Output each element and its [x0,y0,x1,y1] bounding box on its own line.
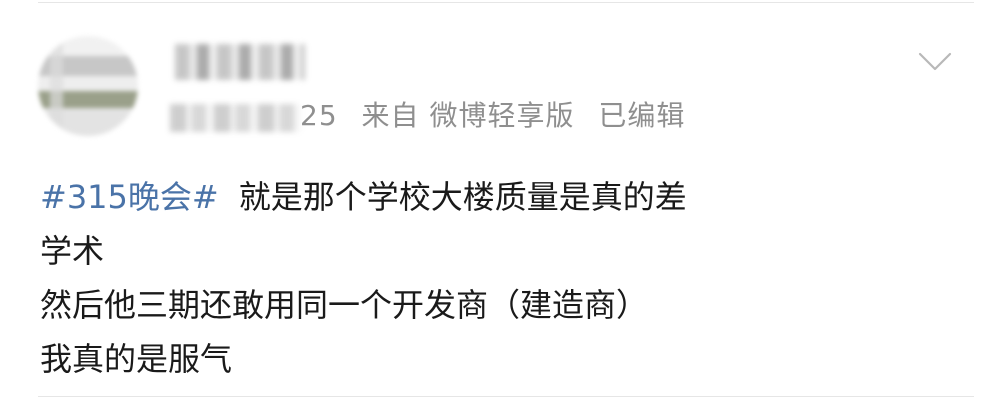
post-line-1: #315晚会# 就是那个学校大楼质量是真的差 [40,170,970,224]
edited-label: 已编辑 [598,99,686,132]
chevron-down-icon[interactable] [918,52,952,72]
post-text: 我真的是服气 [40,340,233,378]
bottom-divider [38,396,974,397]
top-divider [38,2,974,3]
avatar[interactable] [38,36,138,136]
post-text: 就是那个学校大楼质量是真的差 [238,178,687,216]
post-line-3: 然后他三期还敢用同一个开发商（建造商） [40,278,970,332]
post-source: 来自 微博轻享版 [361,99,575,132]
post-line-4: 我真的是服气 [40,332,970,386]
post-line-2: 学术 [40,224,970,278]
username-blurred[interactable] [175,44,305,80]
post-content: #315晚会# 就是那个学校大楼质量是真的差 学术 然后他三期还敢用同一个开发商（… [40,170,970,386]
post-text: 学术 [40,232,105,270]
hashtag-link[interactable]: #315晚会# [40,178,219,216]
post-text: 然后他三期还敢用同一个开发商（建造商） [40,286,649,324]
post-meta: 25 来自 微博轻享版 已编辑 [300,98,699,134]
timestamp-blurred [170,104,300,132]
timestamp-fragment: 25 [300,99,338,132]
weibo-post-card: 25 来自 微博轻享版 已编辑 #315晚会# 就是那个学校大楼质量是真的差 学术… [0,0,1000,402]
